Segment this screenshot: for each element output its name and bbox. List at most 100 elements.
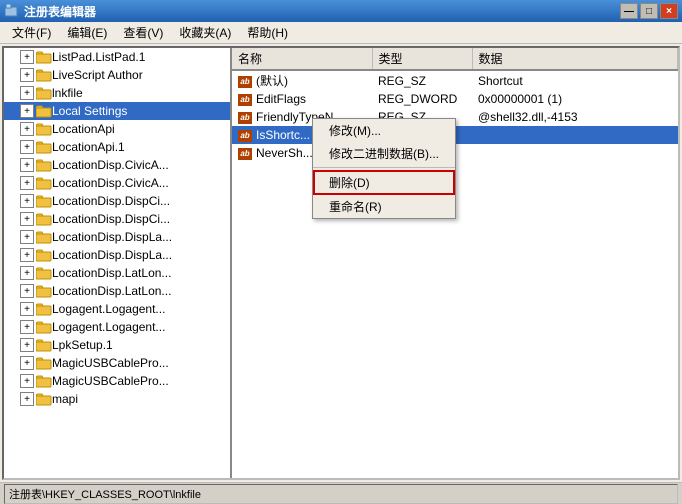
table-row[interactable]: ab(默认)REG_SZShortcut: [232, 70, 678, 90]
tree-expand-icon[interactable]: +: [20, 176, 34, 190]
tree-item[interactable]: + Local Settings: [4, 102, 230, 120]
tree-pane[interactable]: + ListPad.ListPad.1+ LiveScript Author+ …: [4, 48, 232, 478]
context-menu: 修改(M)... 修改二进制数据(B)... 删除(D) 重命名(R): [312, 118, 456, 219]
cell-name: abEditFlags: [232, 90, 372, 108]
tree-expand-icon[interactable]: +: [20, 302, 34, 316]
status-bar: 注册表\HKEY_CLASSES_ROOT\lnkfile: [0, 482, 682, 504]
maximize-button[interactable]: □: [640, 3, 658, 19]
tree-item[interactable]: + MagicUSBCablePro...: [4, 354, 230, 372]
menu-view[interactable]: 查看(V): [115, 22, 171, 43]
tree-item[interactable]: + Logagent.Logagent...: [4, 300, 230, 318]
col-type[interactable]: 类型: [372, 48, 472, 70]
tree-item[interactable]: + ListPad.ListPad.1: [4, 48, 230, 66]
tree-item[interactable]: + LocationDisp.DispCi...: [4, 210, 230, 228]
folder-icon: [36, 50, 52, 64]
tree-item[interactable]: + LocationDisp.LatLon...: [4, 282, 230, 300]
menu-help[interactable]: 帮助(H): [239, 22, 296, 43]
tree-item[interactable]: + LocationDisp.CivicA...: [4, 156, 230, 174]
menu-favorites[interactable]: 收藏夹(A): [171, 22, 239, 43]
folder-icon: [36, 68, 52, 82]
menu-bar: 文件(F) 编辑(E) 查看(V) 收藏夹(A) 帮助(H): [0, 22, 682, 44]
window-body: + ListPad.ListPad.1+ LiveScript Author+ …: [0, 44, 682, 504]
title-controls: — □ ×: [620, 3, 678, 19]
ctx-rename[interactable]: 重命名(R): [313, 195, 455, 218]
tree-item-label: MagicUSBCablePro...: [52, 374, 169, 388]
tree-expand-icon[interactable]: +: [20, 338, 34, 352]
folder-icon: [36, 122, 52, 136]
data-pane[interactable]: 名称 类型 数据 ab(默认)REG_SZShortcutabEditFlags…: [232, 48, 678, 478]
col-data[interactable]: 数据: [472, 48, 678, 70]
title-bar: 注册表编辑器 — □ ×: [0, 0, 682, 22]
cell-data: [472, 126, 678, 144]
tree-item[interactable]: + LocationApi: [4, 120, 230, 138]
ctx-modify[interactable]: 修改(M)...: [313, 119, 455, 142]
col-name[interactable]: 名称: [232, 48, 372, 70]
tree-item[interactable]: + Logagent.Logagent...: [4, 318, 230, 336]
tree-item-label: LiveScript Author: [52, 68, 143, 82]
tree-expand-icon[interactable]: +: [20, 248, 34, 262]
table-row[interactable]: abEditFlagsREG_DWORD0x00000001 (1): [232, 90, 678, 108]
main-panes: + ListPad.ListPad.1+ LiveScript Author+ …: [2, 46, 680, 480]
tree-item[interactable]: + LocationDisp.DispCi...: [4, 192, 230, 210]
tree-item-label: LocationDisp.DispLa...: [52, 230, 172, 244]
tree-expand-icon[interactable]: +: [20, 68, 34, 82]
folder-icon: [36, 230, 52, 244]
minimize-button[interactable]: —: [620, 3, 638, 19]
tree-item-label: LocationDisp.LatLon...: [52, 284, 171, 298]
folder-icon: [36, 194, 52, 208]
tree-item[interactable]: + lnkfile: [4, 84, 230, 102]
tree-expand-icon[interactable]: +: [20, 50, 34, 64]
folder-icon: [36, 284, 52, 298]
folder-icon: [36, 374, 52, 388]
folder-icon: [36, 158, 52, 172]
folder-icon: [36, 86, 52, 100]
cell-type: REG_SZ: [372, 70, 472, 90]
tree-expand-icon[interactable]: +: [20, 356, 34, 370]
tree-expand-icon[interactable]: +: [20, 158, 34, 172]
tree-item[interactable]: + LocationDisp.DispLa...: [4, 246, 230, 264]
tree-expand-icon[interactable]: +: [20, 212, 34, 226]
tree-item[interactable]: + LocationDisp.DispLa...: [4, 228, 230, 246]
tree-item-label: LocationDisp.CivicA...: [52, 176, 169, 190]
app-icon: [4, 3, 20, 19]
title-bar-left: 注册表编辑器: [4, 3, 96, 20]
tree-expand-icon[interactable]: +: [20, 104, 34, 118]
ctx-delete[interactable]: 删除(D): [313, 170, 455, 195]
menu-edit[interactable]: 编辑(E): [59, 22, 115, 43]
folder-icon: [36, 302, 52, 316]
tree-item[interactable]: + mapi: [4, 390, 230, 408]
tree-item-label: LpkSetup.1: [52, 338, 113, 352]
tree-item[interactable]: + LiveScript Author: [4, 66, 230, 84]
tree-expand-icon[interactable]: +: [20, 122, 34, 136]
folder-icon: [36, 176, 52, 190]
tree-item-label: mapi: [52, 392, 78, 406]
tree-item-label: LocationDisp.DispCi...: [52, 212, 170, 226]
tree-item-label: LocationDisp.DispLa...: [52, 248, 172, 262]
tree-expand-icon[interactable]: +: [20, 194, 34, 208]
folder-icon: [36, 212, 52, 226]
ctx-modify-binary[interactable]: 修改二进制数据(B)...: [313, 142, 455, 165]
tree-expand-icon[interactable]: +: [20, 140, 34, 154]
close-button[interactable]: ×: [660, 3, 678, 19]
tree-expand-icon[interactable]: +: [20, 374, 34, 388]
menu-file[interactable]: 文件(F): [4, 22, 59, 43]
tree-item[interactable]: + MagicUSBCablePro...: [4, 372, 230, 390]
status-text: 注册表\HKEY_CLASSES_ROOT\lnkfile: [4, 484, 678, 504]
folder-icon: [36, 266, 52, 280]
tree-item[interactable]: + LocationApi.1: [4, 138, 230, 156]
tree-expand-icon[interactable]: +: [20, 284, 34, 298]
tree-item-label: MagicUSBCablePro...: [52, 356, 169, 370]
tree-item[interactable]: + LocationDisp.CivicA...: [4, 174, 230, 192]
tree-item-label: LocationApi: [52, 122, 115, 136]
tree-expand-icon[interactable]: +: [20, 86, 34, 100]
folder-icon: [36, 140, 52, 154]
tree-expand-icon[interactable]: +: [20, 392, 34, 406]
tree-item[interactable]: + LocationDisp.LatLon...: [4, 264, 230, 282]
tree-expand-icon[interactable]: +: [20, 230, 34, 244]
window-title: 注册表编辑器: [24, 3, 96, 20]
tree-expand-icon[interactable]: +: [20, 266, 34, 280]
tree-expand-icon[interactable]: +: [20, 320, 34, 334]
cell-data: @shell32.dll,-4153: [472, 108, 678, 126]
tree-item[interactable]: + LpkSetup.1: [4, 336, 230, 354]
tree-item-label: Local Settings: [52, 104, 127, 118]
